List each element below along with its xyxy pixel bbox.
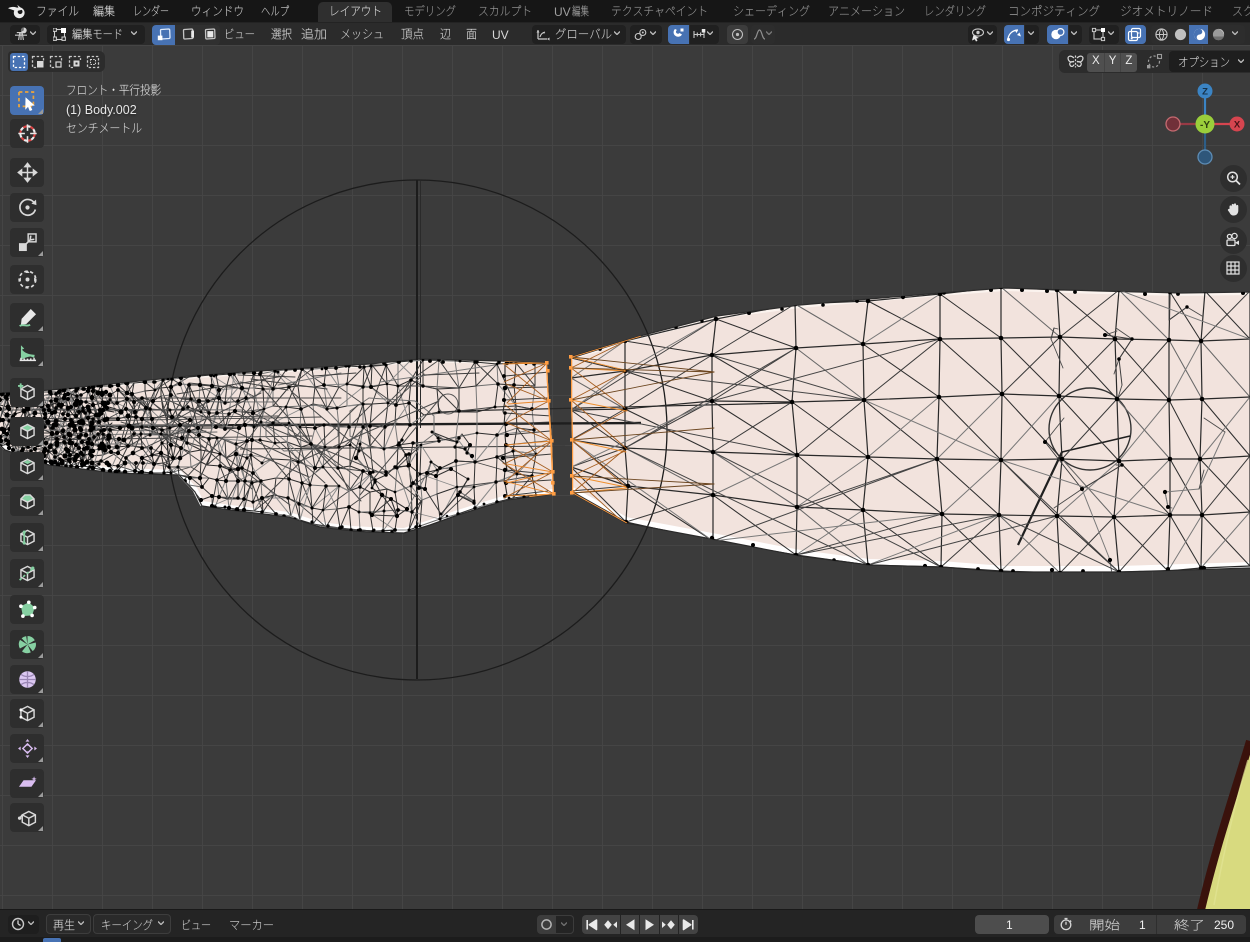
svg-text:Z: Z <box>1202 87 1208 98</box>
svg-text:-Y: -Y <box>1200 120 1210 131</box>
svg-text:X: X <box>1234 120 1241 131</box>
